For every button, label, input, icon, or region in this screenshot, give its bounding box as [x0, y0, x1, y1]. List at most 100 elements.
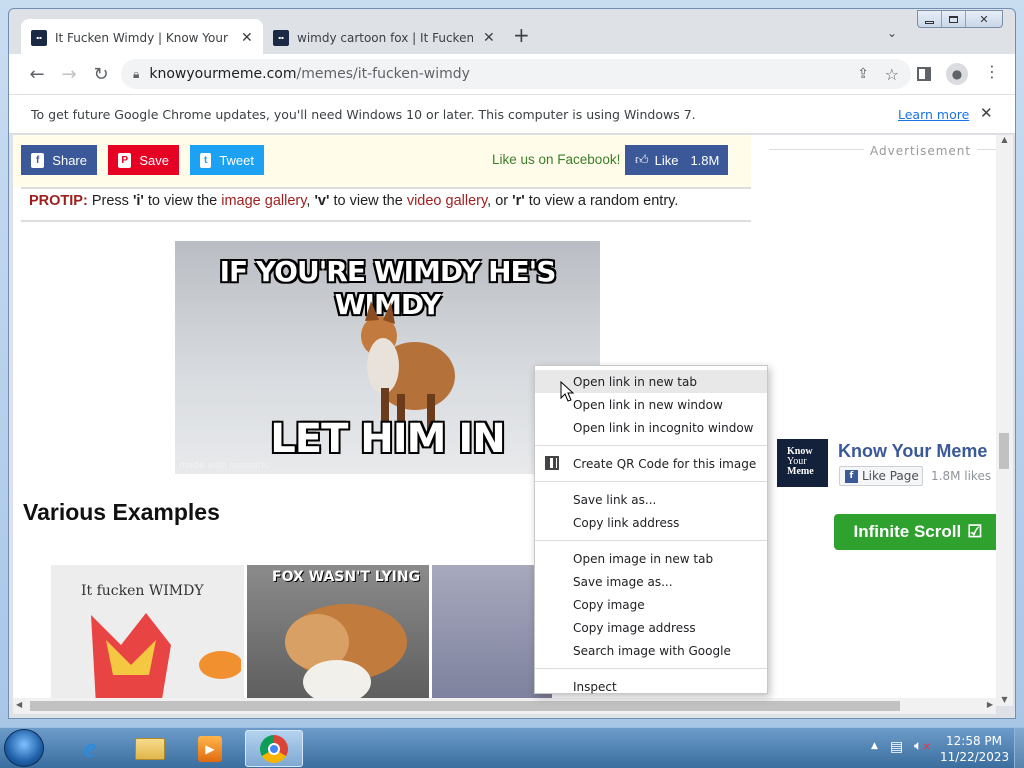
cartoon-fox-figure [91, 613, 241, 705]
like-us-text: Like us on Facebook! [492, 152, 621, 167]
maximize-button[interactable] [942, 11, 966, 27]
minimize-button[interactable] [918, 11, 942, 27]
window-controls: ✕ [917, 10, 1003, 28]
thumbnail-caption: It fucken WIMDY [81, 583, 204, 599]
kym-logo-line: Meme [787, 466, 814, 477]
taskbar-explorer-button[interactable] [122, 730, 178, 767]
protip-text: PROTIP: Press 'i' to view the image gall… [29, 193, 678, 209]
scroll-thumb[interactable] [30, 701, 900, 711]
facebook-like-button[interactable]: 👍︎ Like 1.8M [625, 145, 728, 175]
close-window-button[interactable]: ✕ [966, 11, 1002, 27]
divider [21, 187, 751, 189]
protip-part: Press [87, 193, 133, 209]
menu-save-image-as[interactable]: Save image as... [535, 570, 767, 593]
tab-close-icon[interactable]: ✕ [241, 30, 253, 46]
fox-figure [361, 301, 455, 434]
clock-date: 11/22/2023 [940, 750, 1010, 764]
tab-inactive[interactable]: ▪▪ wimdy cartoon fox | It Fucken Wi ✕ [263, 19, 505, 56]
taskbar-ie-button[interactable]: e [62, 730, 118, 767]
start-button[interactable] [4, 729, 44, 767]
profile-avatar-icon[interactable]: ● [946, 63, 968, 85]
horizontal-scrollbar[interactable]: ◀ ▶ [13, 698, 996, 714]
video-gallery-link[interactable]: video gallery [407, 193, 487, 209]
facebook-share-button[interactable]: f Share [21, 145, 97, 175]
menu-open-link-incognito[interactable]: Open link in incognito window [535, 416, 767, 439]
learn-more-link[interactable]: Learn more [898, 107, 969, 122]
scroll-down-arrow-icon[interactable]: ▼ [996, 695, 1013, 704]
example-thumbnail[interactable]: It fucken WIMDY [51, 565, 244, 706]
menu-separator [535, 481, 767, 482]
menu-separator [535, 445, 767, 446]
twitter-tweet-button[interactable]: t Tweet [190, 145, 264, 175]
qr-code-icon [545, 456, 559, 470]
menu-copy-link-address[interactable]: Copy link address [535, 511, 767, 534]
scroll-thumb[interactable] [999, 433, 1009, 469]
menu-open-image-new-tab[interactable]: Open image in new tab [535, 547, 767, 570]
media-player-icon: ▶ [198, 735, 222, 762]
side-panel-icon[interactable] [917, 67, 931, 81]
menu-copy-image-address[interactable]: Copy image address [535, 616, 767, 639]
taskbar-clock[interactable]: 12:58 PM 11/22/2023 [940, 733, 1010, 765]
advertisement-label: Advertisement [864, 144, 978, 158]
protip-key: 'v' [314, 193, 330, 209]
fb-like-page-button[interactable]: f Like Page [839, 466, 923, 486]
bookmark-star-icon[interactable]: ☆ [885, 65, 899, 84]
share-page-icon[interactable]: ⇪ [857, 66, 869, 82]
twitter-icon: t [200, 152, 212, 168]
tab-search-icon[interactable]: ⌄ [887, 26, 897, 40]
menu-inspect[interactable]: Inspect [535, 675, 767, 698]
tab-active[interactable]: ▪▪ It Fucken Wimdy | Know Your Me ✕ [21, 19, 263, 56]
tab-close-icon[interactable]: ✕ [483, 30, 495, 46]
section-heading: Various Examples [23, 499, 220, 525]
image-gallery-link[interactable]: image gallery [221, 193, 306, 209]
kym-favicon: ▪▪ [31, 29, 47, 46]
pinterest-save-button[interactable]: P Save [108, 145, 179, 175]
tab-title: wimdy cartoon fox | It Fucken Wi [297, 30, 473, 45]
network-icon[interactable]: ▤ [890, 739, 903, 755]
chrome-icon [260, 734, 288, 763]
example-thumbnail[interactable]: FOX WASN'T LYING [247, 565, 429, 706]
menu-search-image-google[interactable]: Search image with Google [535, 639, 767, 662]
show-desktop-button[interactable] [1014, 728, 1024, 768]
vertical-scrollbar[interactable]: ▲ ▼ [996, 135, 1013, 706]
infinite-scroll-button[interactable]: Infinite Scroll ☑ [834, 514, 1002, 550]
scroll-left-arrow-icon[interactable]: ◀ [16, 700, 22, 709]
back-arrow-icon[interactable]: ← [23, 60, 51, 88]
forward-arrow-icon[interactable]: → [55, 60, 83, 88]
tab-title: It Fucken Wimdy | Know Your Me [55, 30, 231, 45]
tweet-label: Tweet [219, 152, 254, 168]
toolbar: ← → ↻ 🔒︎ knowyourmeme.com/memes/it-fucke… [9, 54, 1015, 94]
menu-copy-image[interactable]: Copy image [535, 593, 767, 616]
menu-kebab-icon[interactable]: ⋮ [984, 62, 1000, 81]
scroll-up-arrow-icon[interactable]: ▲ [996, 135, 1013, 144]
mouse-cursor-icon [560, 381, 574, 402]
new-tab-button[interactable]: + [513, 23, 530, 47]
menu-separator [535, 540, 767, 541]
thumbnail-caption: FOX WASN'T LYING [272, 569, 421, 585]
infobar-message: To get future Google Chrome updates, you… [31, 107, 696, 122]
internet-explorer-icon: e [83, 732, 97, 764]
infobar-close-icon[interactable]: ✕ [980, 104, 993, 122]
taskbar-media-player-button[interactable]: ▶ [182, 730, 238, 767]
url-host: knowyourmeme.com [149, 66, 297, 82]
taskbar-chrome-button[interactable] [245, 730, 303, 767]
menu-save-link-as[interactable]: Save link as... [535, 488, 767, 511]
pinterest-icon: P [118, 152, 132, 168]
facebook-icon: f [31, 152, 45, 168]
advertisement-box [769, 149, 1009, 429]
address-bar[interactable]: 🔒︎ knowyourmeme.com/memes/it-fucken-wimd… [121, 59, 911, 89]
kym-page-name[interactable]: Know Your Meme [838, 441, 987, 462]
facebook-icon: f [845, 469, 858, 483]
browser-frame: ✕ ▪▪ It Fucken Wimdy | Know Your Me ✕ ▪▪… [8, 8, 1016, 719]
protip-part: , or [487, 193, 513, 209]
tray-expand-icon[interactable]: ▲ [871, 741, 878, 751]
volume-muted-icon[interactable]: 🔈︎✕ [914, 738, 931, 754]
fb-likes-count: 1.8M likes [931, 469, 992, 483]
kym-logo[interactable]: Know Your Meme [777, 439, 828, 487]
url-path: /memes/it-fucken-wimdy [296, 66, 470, 82]
protip-part: to view a random entry. [524, 193, 679, 209]
menu-create-qr-code[interactable]: Create QR Code for this image [535, 452, 767, 475]
update-infobar: To get future Google Chrome updates, you… [9, 94, 1015, 134]
reload-icon[interactable]: ↻ [87, 60, 115, 88]
scroll-right-arrow-icon[interactable]: ▶ [987, 700, 993, 709]
